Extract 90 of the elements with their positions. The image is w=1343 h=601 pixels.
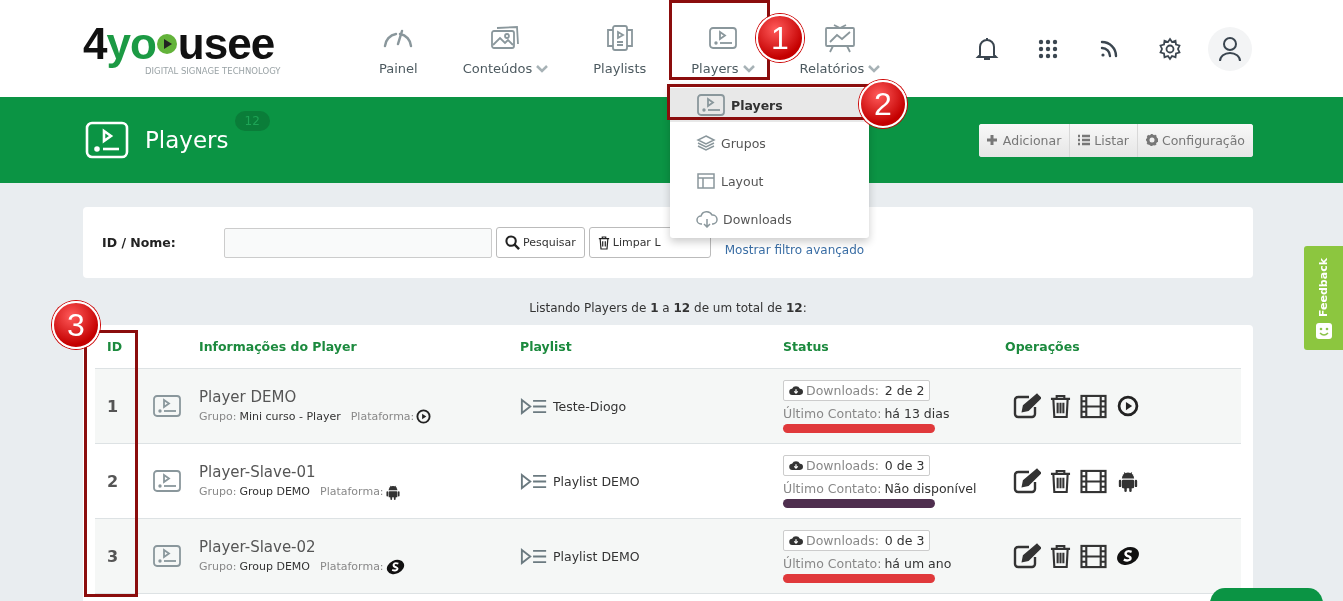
group-name: Mini curso - Player	[239, 410, 341, 423]
player-name: Player-Slave-02	[199, 537, 317, 556]
gear-icon	[1146, 134, 1158, 146]
edit-icon[interactable]	[1013, 393, 1041, 419]
film-icon[interactable]	[1080, 468, 1107, 494]
platform-label: Plataforma:	[320, 560, 384, 573]
rss-icon[interactable]	[1098, 38, 1119, 59]
logo[interactable]: 4yo usee DIGITAL SIGNAGE TECHNOLOGY	[83, 21, 313, 76]
android-icon	[385, 483, 400, 500]
column-header: Informações do Player	[199, 339, 358, 354]
contact-value: há 13 dias	[884, 405, 950, 421]
table-cell-text: 1	[106, 396, 120, 416]
group-name: Group DEMO	[239, 560, 310, 573]
layers-icon	[696, 134, 716, 152]
android-icon[interactable]	[1116, 470, 1140, 492]
downloads-badge: Downloads: 0 de 3	[783, 454, 931, 476]
s-badge-icon[interactable]	[1116, 545, 1140, 567]
group-label: Grupo:	[199, 560, 237, 573]
add-button[interactable]: Adicionar	[978, 123, 1071, 157]
nav-link[interactable]: Players	[691, 61, 755, 76]
playlist-name: Playlist DEMO	[553, 548, 640, 564]
contact-value: Não disponível	[884, 480, 977, 496]
smiley-icon	[1315, 322, 1332, 339]
trash-icon[interactable]	[1050, 393, 1071, 419]
nav-link[interactable]: Painel	[379, 61, 418, 76]
cloud-download-icon	[789, 459, 803, 471]
step-marker: 3	[52, 301, 100, 349]
playlist-icon	[520, 547, 548, 565]
trash-icon[interactable]	[1050, 468, 1071, 494]
nav-link[interactable]: Conteúdos	[462, 61, 549, 76]
search-field[interactable]	[224, 227, 492, 258]
nav-link[interactable]: Relatórios	[799, 61, 881, 76]
bell-icon[interactable]	[974, 35, 999, 62]
player-icon	[696, 93, 726, 117]
cloud-download-icon	[789, 534, 803, 546]
search-icon	[505, 235, 520, 250]
trash-icon[interactable]	[1050, 543, 1071, 569]
page-title: Players	[145, 127, 229, 153]
grid-icon[interactable]	[1037, 38, 1058, 59]
film-icon[interactable]	[1080, 393, 1107, 419]
cloud-download-icon	[789, 384, 803, 396]
settings-icon[interactable]	[1157, 36, 1182, 61]
edit-icon[interactable]	[1013, 468, 1041, 494]
player-icon	[152, 544, 182, 568]
user-avatar-button[interactable]	[1208, 26, 1252, 71]
player-icon	[152, 394, 182, 418]
playlist-name: Teste-Diogo	[553, 398, 627, 414]
platform-label: Plataforma:	[350, 410, 415, 423]
list-icon	[1078, 134, 1091, 146]
advanced-filter-link[interactable]: Mostrar filtro avançado	[724, 242, 865, 257]
contact-value: há um ano	[884, 555, 952, 571]
group-label: Grupo:	[199, 410, 237, 423]
contact-label: Último Contato:	[783, 405, 882, 421]
column-header: Operações	[1005, 339, 1081, 354]
column-header: Status	[783, 339, 830, 354]
field-label: ID / Nome:	[102, 235, 177, 250]
table-cell-text: 2	[106, 471, 120, 491]
column-header: Playlist	[520, 339, 573, 354]
playlist-icon	[520, 472, 548, 490]
cloud-download-icon	[696, 210, 718, 228]
column-header: ID	[106, 339, 124, 354]
contact-label: Último Contato:	[783, 480, 882, 496]
listing-summary: Listando Players de 1 a 12 de um total de 12:	[528, 301, 808, 315]
contact-label: Último Contato:	[783, 555, 882, 571]
user-icon	[1218, 35, 1242, 62]
trash-icon	[597, 235, 610, 250]
play-circle-icon[interactable]	[1116, 395, 1140, 417]
playlist-icon	[520, 397, 548, 415]
player-icon	[85, 121, 129, 159]
layout-icon	[696, 172, 716, 190]
film-icon[interactable]	[1080, 543, 1107, 569]
s-badge-icon	[385, 558, 405, 575]
player-icon	[152, 469, 182, 493]
playlist-name: Playlist DEMO	[553, 473, 640, 489]
downloads-badge: Downloads: 0 de 3	[783, 529, 931, 551]
platform-label: Plataforma:	[320, 485, 384, 498]
play-circle-icon	[416, 409, 432, 424]
search-button[interactable]: Pesquisar	[496, 227, 585, 258]
edit-icon[interactable]	[1013, 543, 1041, 569]
menu-item[interactable]: Layout	[670, 164, 869, 198]
easel-chart-icon[interactable]	[822, 23, 857, 53]
plus-icon	[986, 134, 999, 146]
group-name: Group DEMO	[239, 485, 310, 498]
menu-item[interactable]: Grupos	[670, 126, 869, 160]
player-name: Player-Slave-01	[199, 462, 317, 481]
group-label: Grupo:	[199, 485, 237, 498]
nav-link[interactable]: Playlists	[593, 61, 647, 76]
player-name: Player DEMO	[199, 388, 298, 406]
table-cell-text: 3	[106, 546, 120, 566]
downloads-badge: Downloads: 2 de 2	[783, 379, 931, 401]
